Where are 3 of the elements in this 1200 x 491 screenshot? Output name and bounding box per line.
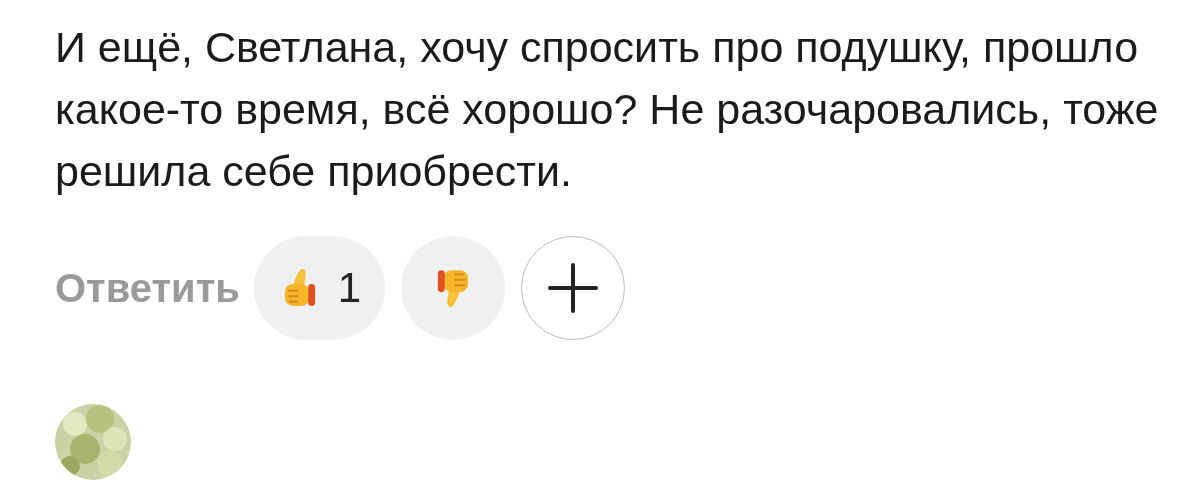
like-button[interactable]: 1 [253, 236, 386, 340]
comment-text: И ещё, Светлана, хочу спросить про подушку, прошло какое-то время, всё хорошо? Не разочаровались, тоже решила себе приобрести. [55, 22, 1160, 197]
plus-icon [547, 262, 600, 314]
